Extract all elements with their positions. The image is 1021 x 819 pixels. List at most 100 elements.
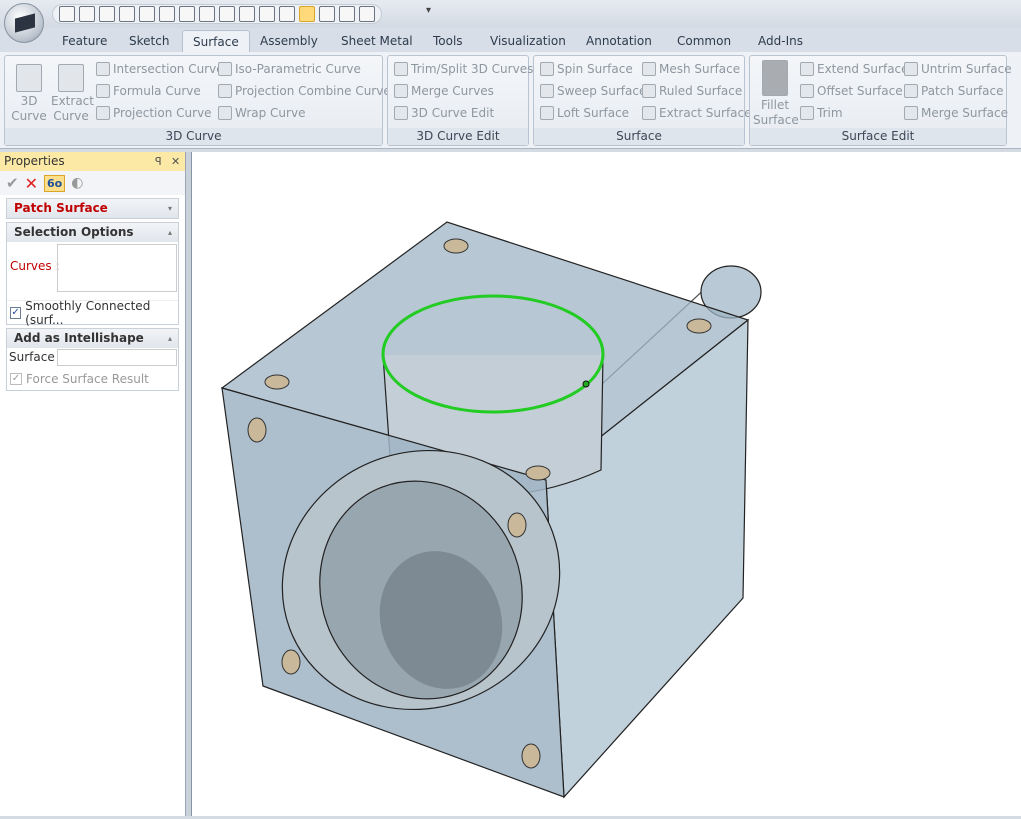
- wrap-curve-button[interactable]: Wrap Curve: [218, 106, 305, 120]
- folder-icon[interactable]: [139, 6, 155, 22]
- search-tree-icon[interactable]: [319, 6, 335, 22]
- smoothly-connected-checkbox[interactable]: ✓: [10, 306, 22, 319]
- 3d-viewport[interactable]: [191, 152, 1021, 816]
- properties-title: Properties: [4, 154, 65, 168]
- untrim-surface-button[interactable]: Untrim Surface: [904, 62, 1012, 76]
- list-icon[interactable]: [339, 6, 355, 22]
- bolt-hole: [507, 512, 527, 538]
- undo-icon[interactable]: [239, 6, 255, 22]
- tab-tools[interactable]: Tools: [423, 30, 473, 52]
- cancel-icon[interactable]: ✕: [25, 174, 38, 193]
- bolt-hole: [281, 649, 301, 675]
- 3d-curve-edit-button[interactable]: 3D Curve Edit: [394, 106, 494, 120]
- group-surface-edit: Fillet Surface Extend Surface Offset Surf…: [749, 55, 1012, 146]
- application-menu-button[interactable]: [4, 3, 44, 43]
- chevron-down-icon[interactable]: ▾: [168, 199, 172, 218]
- merge-curves-icon: [394, 84, 408, 98]
- projection-combine-curve-button[interactable]: Projection Combine Curve: [218, 84, 391, 98]
- untrim-icon: [904, 62, 918, 76]
- ruled-surface-button[interactable]: Ruled Surface: [642, 84, 742, 98]
- curves-list[interactable]: [57, 244, 177, 292]
- customize-qat-button[interactable]: ▾: [426, 5, 431, 16]
- tree-icon[interactable]: [299, 6, 315, 22]
- redo-icon[interactable]: [259, 6, 275, 22]
- loft-surface-button[interactable]: Loft Surface: [540, 106, 629, 120]
- iso-parametric-curve-button[interactable]: Iso-Parametric Curve: [218, 62, 361, 76]
- formula-curve-button[interactable]: Formula Curve: [96, 84, 201, 98]
- merge-curves-button[interactable]: Merge Curves: [394, 84, 494, 98]
- properties-header: Properties ꟼ ✕: [0, 152, 185, 171]
- logo-icon: [15, 13, 35, 33]
- tab-common[interactable]: Common: [667, 30, 741, 52]
- 3d-curve-button[interactable]: 3D Curve: [9, 64, 49, 124]
- save-as-icon[interactable]: [99, 6, 115, 22]
- surface-input[interactable]: [57, 349, 177, 366]
- offset-surface-button[interactable]: Offset Surface: [800, 84, 903, 98]
- preview-icon[interactable]: 6o: [43, 174, 66, 192]
- tools-icon[interactable]: [199, 6, 215, 22]
- smoothly-connected-row: ✓ Smoothly Connected (surf...: [7, 298, 178, 327]
- extend-icon: [800, 62, 814, 76]
- trim-button[interactable]: Trim: [800, 106, 843, 120]
- patch-surface-button[interactable]: Patch Surface: [904, 84, 1004, 98]
- merge-surface-button[interactable]: Merge Surface: [904, 106, 1008, 120]
- render-icon[interactable]: [279, 6, 295, 22]
- sweep-icon: [540, 84, 554, 98]
- extract-curve-icon: [58, 64, 84, 92]
- 3d-curve-icon: [16, 64, 42, 92]
- tab-assembly[interactable]: Assembly: [250, 30, 328, 52]
- projection-curve-icon: [96, 106, 110, 120]
- copy-icon[interactable]: [359, 6, 375, 22]
- command-name: Patch Surface: [14, 201, 108, 215]
- ok-icon[interactable]: ✔: [6, 174, 19, 192]
- trim-icon: [800, 106, 814, 120]
- open-red-icon[interactable]: [79, 6, 95, 22]
- tab-annotation[interactable]: Annotation: [576, 30, 662, 52]
- shading-icon[interactable]: ◐: [71, 175, 83, 191]
- new-icon[interactable]: [59, 6, 75, 22]
- edit-icon[interactable]: [179, 6, 195, 22]
- curve-point: [582, 380, 590, 388]
- tab-visualization[interactable]: Visualization: [480, 30, 576, 52]
- chevron-up-icon[interactable]: ▴: [168, 223, 172, 242]
- bolt-hole: [525, 465, 551, 481]
- sweep-surface-button[interactable]: Sweep Surface: [540, 84, 646, 98]
- tab-surface[interactable]: Surface: [182, 30, 250, 52]
- curve-edit-icon: [394, 106, 408, 120]
- intellishape-section: Add as Intellishape ▴ Surface ✓ Force Sur…: [6, 328, 179, 391]
- export-icon[interactable]: [119, 6, 135, 22]
- quick-access-toolbar: ▾: [0, 0, 1021, 28]
- close-icon[interactable]: ✕: [171, 152, 180, 171]
- tab-sketch[interactable]: Sketch: [119, 30, 179, 52]
- extract-curve-button[interactable]: Extract Curve: [51, 64, 94, 124]
- formula-curve-icon: [96, 84, 110, 98]
- fillet-surface-button[interactable]: Fillet Surface: [753, 60, 799, 128]
- properties-toolbar: ✔ ✕ 6o ◐: [0, 171, 185, 195]
- save-icon[interactable]: [159, 6, 175, 22]
- projection-combine-icon: [218, 84, 232, 98]
- pin-icon[interactable]: ꟼ: [155, 152, 162, 171]
- force-surface-checkbox[interactable]: ✓: [10, 373, 22, 385]
- command-selector[interactable]: Patch Surface ▾: [6, 198, 179, 219]
- projection-curve-button[interactable]: Projection Curve: [96, 106, 212, 120]
- intersection-curve-button[interactable]: Intersection Curve: [96, 62, 224, 76]
- tab-add-ins[interactable]: Add-Ins: [748, 30, 813, 52]
- fillet-surface-icon: [762, 60, 788, 96]
- extend-surface-button[interactable]: Extend Surface: [800, 62, 909, 76]
- properties-panel: Properties ꟼ ✕ ✔ ✕ 6o ◐ Patch Surface ▾ S…: [0, 152, 186, 816]
- tab-feature[interactable]: Feature: [52, 30, 117, 52]
- group-label: Surface: [534, 128, 744, 145]
- patch-icon: [904, 84, 918, 98]
- smoothly-connected-label: Smoothly Connected (surf...: [25, 298, 151, 327]
- mesh-surface-button[interactable]: Mesh Surface: [642, 62, 740, 76]
- tab-sheet-metal[interactable]: Sheet Metal: [331, 30, 423, 52]
- spin-icon: [540, 62, 554, 76]
- ribbon-tabs: Feature Sketch Surface Assembly Sheet Me…: [0, 28, 1021, 52]
- trim-split-button[interactable]: Trim/Split 3D Curves: [394, 62, 533, 76]
- extract-surface-button[interactable]: Extract Surface: [642, 106, 752, 120]
- section-title: Add as Intellishape: [14, 331, 144, 345]
- group-label: 3D Curve: [5, 128, 382, 145]
- add-shape-icon[interactable]: [219, 6, 235, 22]
- chevron-up-icon[interactable]: ▴: [168, 329, 172, 348]
- spin-surface-button[interactable]: Spin Surface: [540, 62, 633, 76]
